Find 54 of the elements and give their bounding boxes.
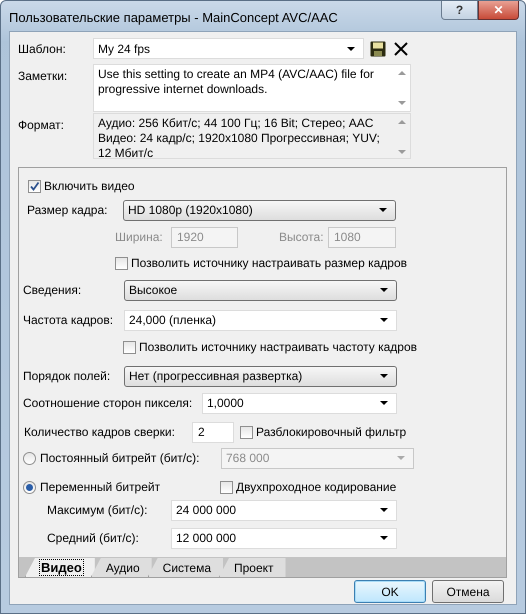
- window-title: Пользовательские параметры - MainConcept AVC/AAC: [9, 9, 338, 27]
- dropdown-arrow-icon[interactable]: [379, 208, 387, 212]
- checkbox[interactable]: [28, 180, 41, 192]
- cross-icon[interactable]: [394, 42, 408, 56]
- tab[interactable]: Проект: [219, 558, 286, 577]
- dropdown-arrow-icon[interactable]: [380, 318, 388, 322]
- dropdown-arrow-icon[interactable]: [380, 536, 388, 540]
- checkbox-label[interactable]: Включить видео: [44, 177, 135, 195]
- checkbox[interactable]: [123, 340, 136, 354]
- checkbox-label[interactable]: Позволить источнику настраивать размер кадров: [131, 254, 408, 272]
- help-button[interactable]: ?: [441, 1, 478, 20]
- field-label: Формат:: [18, 117, 65, 134]
- field-label: Порядок полей:: [23, 368, 112, 385]
- tab[interactable]: Видео: [25, 558, 95, 577]
- dropdown[interactable]: 12 000 000: [171, 528, 397, 548]
- dropdown[interactable]: My 24 fps: [93, 38, 364, 59]
- field-label: Шаблон:: [18, 40, 67, 58]
- dropdown-arrow-icon[interactable]: [347, 46, 355, 50]
- dropdown-arrow-icon[interactable]: [380, 374, 388, 378]
- ok-button[interactable]: OK: [354, 580, 426, 603]
- checkbox[interactable]: [220, 480, 233, 494]
- checkbox-label[interactable]: Позволить источнику настраивать частоту кадров: [139, 338, 418, 356]
- cancel-button[interactable]: Отмена: [432, 580, 504, 603]
- radio-button[interactable]: [23, 480, 36, 494]
- dropdown[interactable]: 24,000 (пленка): [124, 310, 397, 330]
- notes-field[interactable]: Use this setting to create an MP4 (AVC/AAC) file for progressive internet downloads.: [93, 64, 411, 112]
- input-field[interactable]: 2: [192, 422, 234, 442]
- field-label: Высота:: [279, 229, 325, 246]
- dropdown-arrow-icon[interactable]: [380, 288, 388, 292]
- field-label: Средний (бит/с):: [47, 530, 140, 547]
- dropdown[interactable]: HD 1080p (1920x1080): [123, 200, 396, 220]
- field-label: Ширина:: [115, 229, 164, 246]
- checkbox-label[interactable]: Двухпроходное кодирование: [236, 478, 396, 496]
- field-label: Сведения:: [23, 282, 82, 299]
- checkbox[interactable]: [115, 256, 128, 270]
- field-label: Размер кадра:: [27, 202, 108, 219]
- tab[interactable]: Аудио: [90, 558, 152, 577]
- field-label: Соотношение сторон пикселя:: [23, 395, 194, 412]
- checkbox[interactable]: [240, 426, 253, 438]
- dropdown[interactable]: 24 000 000: [171, 500, 397, 520]
- format-field: Аудио: 256 Кбит/с; 44 100 Гц; 16 Bit; Стерео; AAC Видео: 24 кадр/с; 1920x1080 Прогрессивная; YUV; 12 Мбит/с: [93, 113, 411, 159]
- dropdown[interactable]: Нет (прогрессивная развертка): [124, 366, 397, 386]
- field-label: Частота кадров:: [23, 312, 114, 329]
- tab[interactable]: Система: [148, 558, 223, 577]
- field-label: Заметки:: [18, 68, 68, 85]
- dropdown[interactable]: Высокое: [124, 280, 397, 300]
- checkbox-label[interactable]: Разблокировочный фильтр: [256, 423, 406, 441]
- field-label: Количество кадров сверки:: [24, 424, 176, 441]
- radio-label[interactable]: Переменный битрейт: [40, 478, 160, 496]
- dropdown-arrow-icon[interactable]: [380, 508, 388, 512]
- field-label: Максимум (бит/с):: [47, 502, 148, 519]
- dropdown[interactable]: 1,0000: [202, 392, 397, 414]
- save-icon[interactable]: [370, 40, 386, 56]
- dropdown-arrow-icon[interactable]: [380, 401, 388, 405]
